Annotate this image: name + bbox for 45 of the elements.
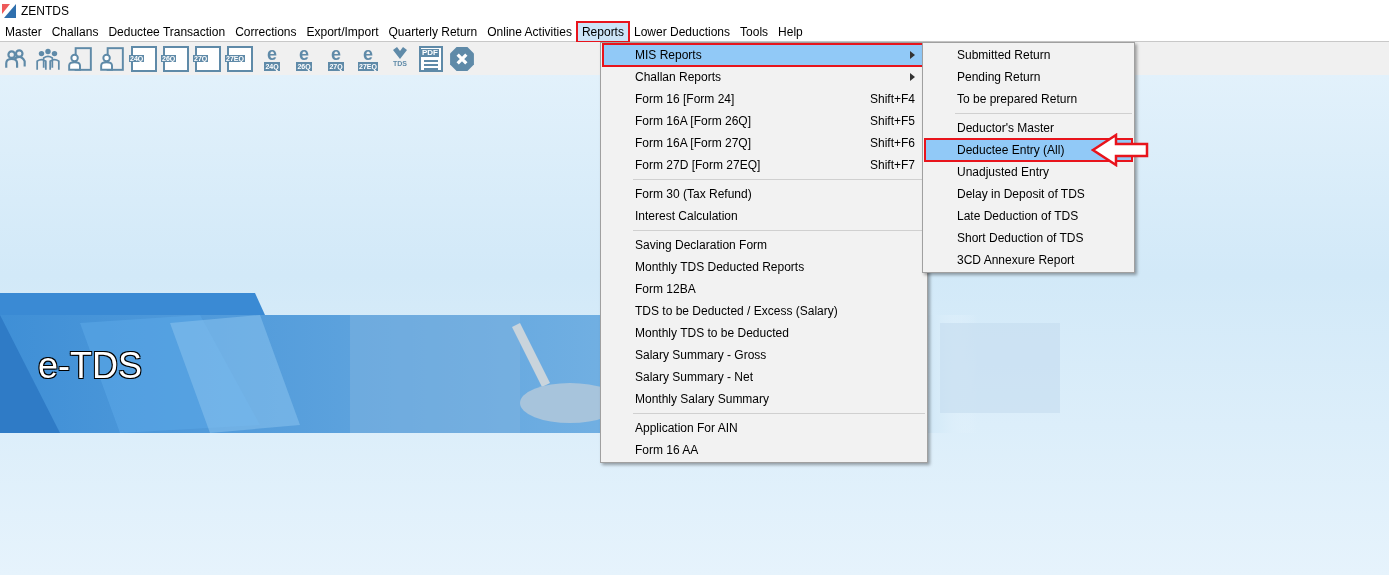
menu-item[interactable]: MIS Reports xyxy=(603,44,925,66)
menu-item[interactable]: Submitted Return xyxy=(925,44,1132,66)
menu-item[interactable]: Unadjusted Entry xyxy=(925,161,1132,183)
menu-bar-item[interactable]: Export/Import xyxy=(301,21,384,42)
person-document-icon[interactable] xyxy=(99,45,125,72)
menu-item[interactable]: Saving Declaration Form xyxy=(603,234,925,256)
menu-item[interactable]: Form 16A [Form 26Q] Shift+F5 xyxy=(603,110,925,132)
menu-item[interactable]: 3CD Annexure Report xyxy=(925,249,1132,271)
menu-bar-item[interactable]: Deductee Transaction xyxy=(103,21,231,42)
app-logo-icon xyxy=(2,4,16,18)
menu-item[interactable]: Monthly TDS Deducted Reports xyxy=(603,256,925,278)
menu-bar-item[interactable]: Reports xyxy=(576,21,629,42)
menu-bar-item[interactable]: Master xyxy=(0,21,47,42)
menu-item[interactable]: To be prepared Return xyxy=(925,88,1132,110)
menu-bar-item[interactable]: Corrections xyxy=(230,21,302,42)
pdf-document-icon[interactable]: PDF xyxy=(419,45,443,72)
menu-item[interactable]: Form 16A [Form 27Q] Shift+F6 xyxy=(603,132,925,154)
person-document-icon[interactable] xyxy=(67,45,93,72)
menu-item[interactable]: Deductor's Master xyxy=(925,117,1132,139)
menu-bar-item[interactable]: Help xyxy=(773,21,808,42)
menu-item[interactable]: Salary Summary - Net xyxy=(603,366,925,388)
menu-item[interactable]: Form 30 (Tax Refund) xyxy=(603,183,925,205)
menu-item[interactable]: Challan Reports xyxy=(603,66,925,88)
menu-item[interactable]: Delay in Deposit of TDS xyxy=(925,183,1132,205)
menu-item[interactable]: Monthly TDS to be Deducted xyxy=(603,322,925,344)
menu-item[interactable]: Form 12BA xyxy=(603,278,925,300)
menu-item[interactable]: Interest Calculation xyxy=(603,205,925,227)
menu-item[interactable]: Short Deduction of TDS xyxy=(925,227,1132,249)
menu-bar-item[interactable]: Quarterly Return xyxy=(383,21,483,42)
menu-bar-item[interactable]: Lower Deductions xyxy=(628,21,736,42)
menu-item[interactable]: TDS to be Deducted / Excess (Salary) xyxy=(603,300,925,322)
window-title: ZENTDS xyxy=(21,3,69,20)
menu-item[interactable]: Late Deduction of TDS xyxy=(925,205,1132,227)
menu-bar-item[interactable]: Challans xyxy=(46,21,104,42)
menu-item[interactable]: Salary Summary - Gross xyxy=(603,344,925,366)
banner-title: e-TDS xyxy=(38,348,142,384)
close-icon[interactable] xyxy=(449,45,475,72)
menu-item[interactable]: Monthly Salary Summary xyxy=(603,388,925,410)
menu-item[interactable]: Form 16 [Form 24] Shift+F4 xyxy=(603,88,925,110)
menu-item[interactable]: Form 16 AA xyxy=(603,439,925,461)
menu-bar-item[interactable]: Tools xyxy=(735,21,774,42)
menu-item[interactable]: Application For AIN xyxy=(603,417,925,439)
menu-bar-item[interactable]: Online Activities xyxy=(482,21,577,42)
menu-item[interactable]: Pending Return xyxy=(925,66,1132,88)
menu-item[interactable]: Form 27D [Form 27EQ] Shift+F7 xyxy=(603,154,925,176)
